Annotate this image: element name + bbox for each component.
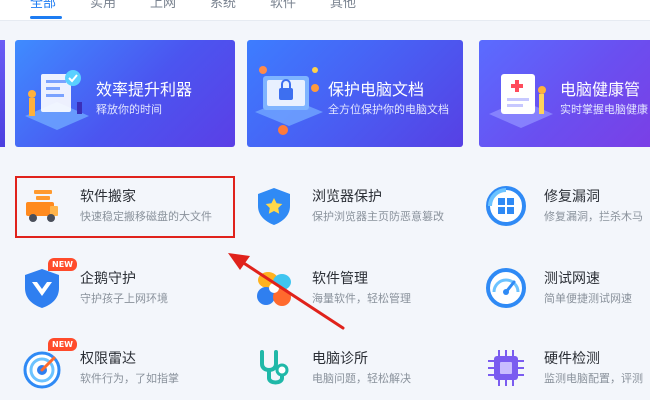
annotation-arrow-icon [228, 253, 345, 330]
